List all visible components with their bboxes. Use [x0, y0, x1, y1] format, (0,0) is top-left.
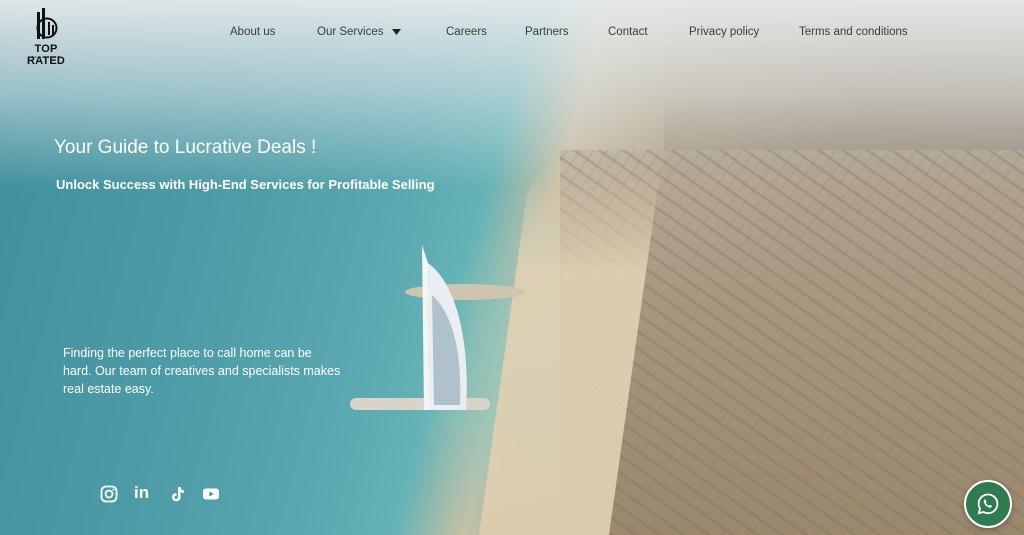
logo-mark-icon [36, 8, 58, 39]
nav-item-careers[interactable]: Careers [446, 26, 487, 38]
instagram-icon[interactable] [100, 485, 118, 503]
logo-tagline: REAL ESTATE [31, 55, 61, 59]
linkedin-icon[interactable]: in [134, 483, 154, 502]
nav-item-terms-and-conditions[interactable]: Terms and conditions [799, 26, 908, 38]
brand-logo[interactable]: TOP RATED REAL ESTATE [14, 8, 78, 67]
hero-background [0, 0, 1024, 535]
hero-body-text: Finding the perfect place to call home c… [63, 346, 341, 396]
hero-headline: Your Guide to Lucrative Deals ! [54, 137, 317, 158]
youtube-icon[interactable] [203, 485, 219, 503]
hero-subheadline: Unlock Success with High-End Services fo… [56, 177, 435, 192]
nav-item-our-services[interactable]: Our Services [317, 26, 383, 38]
nav-item-about-us[interactable]: About us [230, 26, 275, 38]
chevron-down-icon[interactable] [392, 29, 401, 36]
nav-item-partners[interactable]: Partners [525, 26, 568, 38]
nav-item-privacy-policy[interactable]: Privacy policy [689, 26, 759, 38]
tiktok-icon[interactable] [169, 485, 187, 503]
whatsapp-chat-button[interactable] [964, 480, 1012, 528]
nav-item-contact[interactable]: Contact [608, 26, 648, 38]
whatsapp-icon [977, 493, 999, 515]
sail-hotel-landmark [422, 245, 467, 410]
